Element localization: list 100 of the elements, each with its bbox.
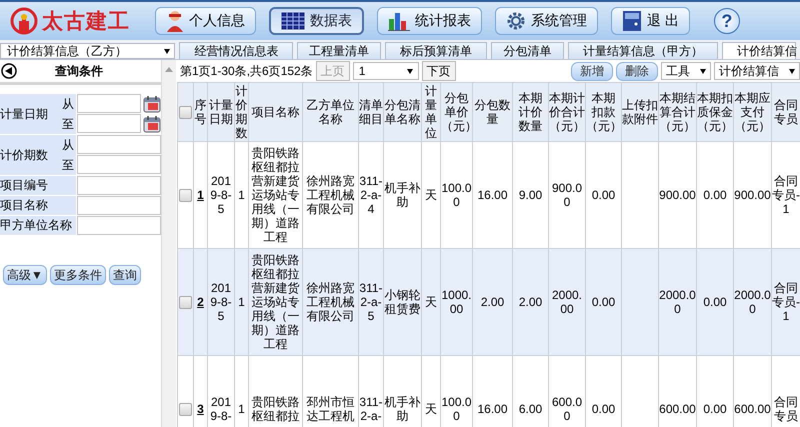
input-field[interactable] <box>77 155 161 174</box>
table-cell: 100.00 <box>440 356 472 427</box>
table-cell: 2.00 <box>472 248 512 356</box>
table-cell: 1 <box>234 142 248 248</box>
tab[interactable]: 经营情况信息表 <box>179 42 294 59</box>
checkbox[interactable] <box>179 296 192 310</box>
table-cell: 天 <box>422 248 440 356</box>
table-cell: 贵阳铁路枢纽都拉营新建货运场站专用线（一期）道路工程 <box>248 248 302 356</box>
column-header: 项目名称 <box>248 82 302 142</box>
page-summary: 第1页1-30条,共6页152条 <box>180 62 313 80</box>
person-icon <box>166 10 184 32</box>
input-field[interactable] <box>77 176 161 195</box>
column-header: 分包数量 <box>472 82 512 142</box>
row-number-link[interactable]: 3 <box>197 402 204 416</box>
table-cell: 600.00 <box>658 356 696 427</box>
field-label: 计量日期 <box>0 106 48 122</box>
table-cell: 2000.00 <box>548 248 586 356</box>
field-label: 项目名称 <box>0 197 48 214</box>
tab[interactable]: 分包清单 <box>490 42 564 59</box>
action-button[interactable]: 新增 <box>571 62 613 80</box>
checkbox[interactable] <box>179 189 192 202</box>
logo-icon <box>10 7 38 35</box>
tab[interactable]: 计价结算信 <box>722 42 796 59</box>
scroll-up-icon <box>165 66 174 72</box>
column-header: 计价期数 <box>234 82 248 142</box>
query-button[interactable]: 查询 <box>108 265 141 285</box>
checkbox[interactable] <box>179 106 192 120</box>
table-cell: 贵阳铁路枢纽都拉 <box>248 356 302 427</box>
table-cell: 2000.00 <box>734 248 772 356</box>
table-cell: 机手补助 <box>384 356 422 427</box>
column-header: 本期应支付（元） <box>734 82 772 142</box>
input-field[interactable] <box>77 135 161 154</box>
logo-text: 太古建工 <box>42 7 130 35</box>
column-header: 本期扣质保金（元） <box>696 82 734 142</box>
field-label: 甲方单位名称 <box>0 217 72 234</box>
calendar-icon[interactable] <box>143 94 161 112</box>
query-button[interactable]: 更多条件 <box>50 265 106 285</box>
column-header: 本期计价数量 <box>512 82 548 142</box>
action-button[interactable]: 删除 <box>616 62 658 80</box>
column-header: 计量日期 <box>208 82 234 142</box>
page-select[interactable]: 1 <box>352 62 419 80</box>
table-cell: 311-2-a- <box>358 356 384 427</box>
tab[interactable]: 标后预算清单 <box>384 42 487 59</box>
column-header: 乙方单位名称 <box>302 82 358 142</box>
row-number-link[interactable]: 2 <box>197 295 204 309</box>
range-label: 至 <box>62 157 75 174</box>
table-cell: 1 <box>234 248 248 356</box>
table-cell: 2019-8-5 <box>208 142 234 248</box>
field-label: 计价期数 <box>0 146 48 164</box>
column-header: 分包单价（元） <box>440 82 472 142</box>
nav-button[interactable]: 数据表 <box>269 7 364 35</box>
table-cell: 311-2-a-5 <box>358 248 384 356</box>
input-field[interactable] <box>77 114 141 133</box>
tab[interactable]: 计量结算信息（甲方） <box>568 42 718 59</box>
row-number-link[interactable]: 1 <box>197 188 204 202</box>
dropdown[interactable]: 工具 <box>661 62 711 80</box>
column-header: 计量单位 <box>422 82 440 142</box>
nav-button[interactable]: 个人信息 <box>155 7 256 35</box>
table-cell: 小钢轮租赁费 <box>384 248 422 356</box>
calendar-icon[interactable] <box>143 114 161 132</box>
query-button[interactable]: 高级▼ <box>3 265 47 285</box>
table-cell: 2019-8-5 <box>208 248 234 356</box>
settings-icon <box>506 11 526 31</box>
checkbox[interactable] <box>179 403 192 416</box>
nav-button[interactable]: 系统管理 <box>495 7 598 35</box>
scrollbar[interactable] <box>161 60 176 427</box>
input-field[interactable] <box>77 94 141 113</box>
door-icon <box>622 10 642 32</box>
range-label: 从 <box>62 96 75 113</box>
panel-title: 查询条件 <box>54 62 104 80</box>
table-cell: 天 <box>422 142 440 248</box>
column-header: 本期扣款（元） <box>586 82 622 142</box>
range-label: 从 <box>62 137 75 154</box>
column-header: 合同专员 <box>772 82 800 142</box>
bar-chart-icon <box>388 11 410 31</box>
input-field[interactable] <box>77 196 161 215</box>
nav-button[interactable]: 统计报表 <box>377 7 482 35</box>
table-cell: 徐州路宽工程机械有限公司 <box>302 248 358 356</box>
tab[interactable]: 工程量清单 <box>297 42 381 59</box>
nav-button[interactable]: 退 出 <box>611 7 690 35</box>
help-button[interactable]: ? <box>714 8 740 34</box>
input-field[interactable] <box>77 216 161 235</box>
table-cell: 311-2-a-4 <box>358 142 384 248</box>
collapse-icon[interactable] <box>1 63 17 79</box>
column-header: 序号 <box>194 82 208 142</box>
field-label: 项目编号 <box>0 177 48 194</box>
range-label: 至 <box>62 116 75 133</box>
table-icon <box>281 12 305 30</box>
table-cell: 0.00 <box>696 248 734 356</box>
table-cell: 2000.00 <box>658 248 696 356</box>
table-cell: 1000.00 <box>440 248 472 356</box>
table-cell: 0.00 <box>586 248 622 356</box>
column-header: 分包清单名称 <box>384 82 422 142</box>
dropdown[interactable]: 计价结算信 <box>714 62 800 80</box>
table-cell: 600.00 <box>734 356 772 427</box>
table-cell: 合同专员-1 <box>772 248 800 356</box>
module-dropdown[interactable]: 计价结算信息（乙方） <box>0 43 176 59</box>
column-header: 本期结算合计（元） <box>658 82 696 142</box>
table-cell: 2.00 <box>512 248 548 356</box>
next-page-button[interactable]: 下页 <box>422 61 456 81</box>
